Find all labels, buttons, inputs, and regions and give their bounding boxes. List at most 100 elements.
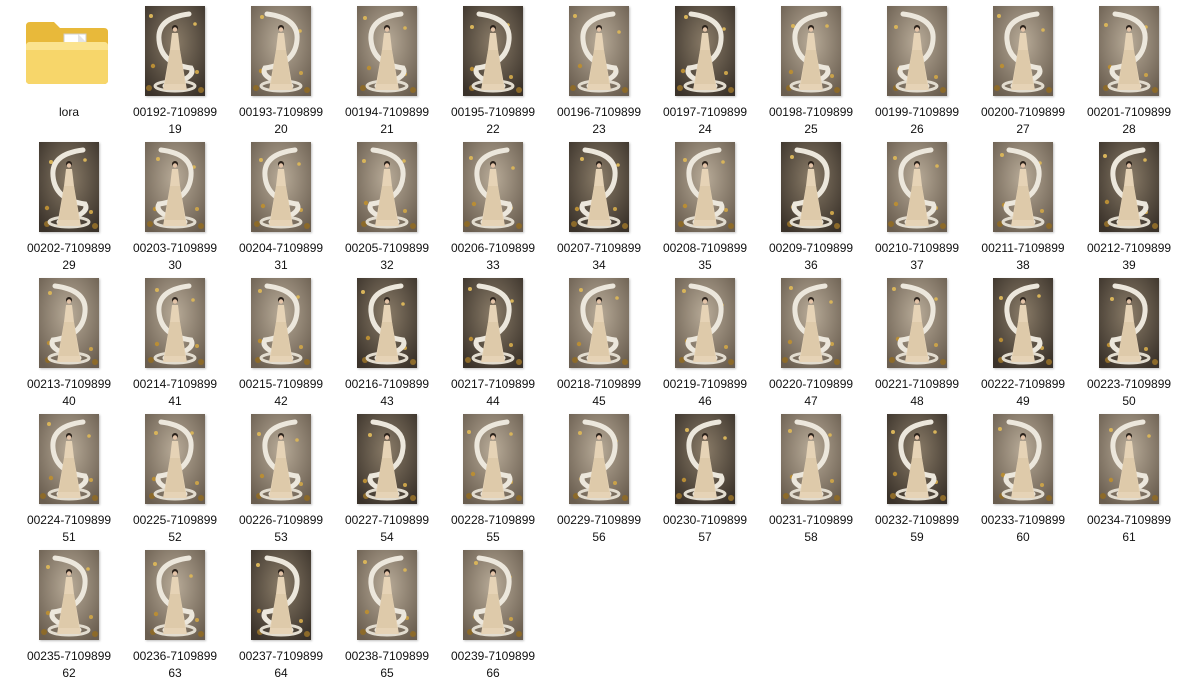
file-name-line1: 00221-7109899 bbox=[874, 377, 960, 391]
file-item[interactable]: 00195-7109899 22 bbox=[442, 4, 544, 136]
image-thumbnail-icon bbox=[569, 142, 629, 232]
image-thumbnail-icon bbox=[251, 414, 311, 504]
file-item[interactable]: 00200-7109899 27 bbox=[972, 4, 1074, 136]
file-name: 00235-7109899 62 bbox=[14, 648, 124, 682]
file-name-line1: 00217-7109899 bbox=[450, 377, 536, 391]
file-item[interactable]: 00207-7109899 34 bbox=[548, 140, 650, 272]
file-name: 00209-7109899 36 bbox=[756, 240, 866, 274]
file-name-line1: 00228-7109899 bbox=[450, 513, 536, 527]
file-name-line2: 32 bbox=[380, 258, 394, 272]
file-item[interactable]: 00208-7109899 35 bbox=[654, 140, 756, 272]
file-item[interactable]: 00217-7109899 44 bbox=[442, 276, 544, 408]
file-item[interactable]: 00205-7109899 32 bbox=[336, 140, 438, 272]
file-item[interactable]: 00239-7109899 66 bbox=[442, 548, 544, 680]
file-name-line1: 00224-7109899 bbox=[26, 513, 112, 527]
file-item[interactable]: 00220-7109899 47 bbox=[760, 276, 862, 408]
image-thumbnail-icon bbox=[675, 142, 735, 232]
thumbnail-wrapper bbox=[760, 140, 862, 240]
file-item[interactable]: 00226-7109899 53 bbox=[230, 412, 332, 544]
image-thumbnail-icon bbox=[463, 550, 523, 640]
file-item[interactable]: 00193-7109899 20 bbox=[230, 4, 332, 136]
file-item[interactable]: 00206-7109899 33 bbox=[442, 140, 544, 272]
thumbnail-wrapper bbox=[760, 412, 862, 512]
file-name: 00223-7109899 50 bbox=[1074, 376, 1182, 410]
file-item[interactable]: 00237-7109899 64 bbox=[230, 548, 332, 680]
file-item[interactable]: 00212-7109899 39 bbox=[1078, 140, 1180, 272]
file-item[interactable]: 00235-7109899 62 bbox=[18, 548, 120, 680]
file-item[interactable]: 00202-7109899 29 bbox=[18, 140, 120, 272]
file-item[interactable]: 00210-7109899 37 bbox=[866, 140, 968, 272]
file-item[interactable]: 00231-7109899 58 bbox=[760, 412, 862, 544]
file-name: 00225-7109899 52 bbox=[120, 512, 230, 546]
thumbnail-wrapper bbox=[336, 140, 438, 240]
file-name-line1: 00232-7109899 bbox=[874, 513, 960, 527]
image-thumbnail-icon bbox=[251, 142, 311, 232]
file-name: 00200-7109899 27 bbox=[968, 104, 1078, 138]
thumbnail-wrapper bbox=[442, 412, 544, 512]
image-thumbnail-icon bbox=[781, 278, 841, 368]
file-name-line1: 00194-7109899 bbox=[344, 105, 430, 119]
file-item[interactable]: 00194-7109899 21 bbox=[336, 4, 438, 136]
file-item[interactable]: 00238-7109899 65 bbox=[336, 548, 438, 680]
file-item[interactable]: 00211-7109899 38 bbox=[972, 140, 1074, 272]
thumbnail-wrapper bbox=[972, 4, 1074, 104]
file-item[interactable]: 00213-7109899 40 bbox=[18, 276, 120, 408]
file-name: 00222-7109899 49 bbox=[968, 376, 1078, 410]
file-item[interactable]: 00221-7109899 48 bbox=[866, 276, 968, 408]
file-item[interactable]: 00197-7109899 24 bbox=[654, 4, 756, 136]
image-thumbnail-icon bbox=[675, 6, 735, 96]
file-name-line2: 38 bbox=[1016, 258, 1030, 272]
file-item[interactable]: 00216-7109899 43 bbox=[336, 276, 438, 408]
file-item[interactable]: 00232-7109899 59 bbox=[866, 412, 968, 544]
file-item[interactable]: 00198-7109899 25 bbox=[760, 4, 862, 136]
file-name: 00220-7109899 47 bbox=[756, 376, 866, 410]
file-name: 00217-7109899 44 bbox=[438, 376, 548, 410]
file-item[interactable]: 00215-7109899 42 bbox=[230, 276, 332, 408]
file-name-line1: 00205-7109899 bbox=[344, 241, 430, 255]
file-item[interactable]: 00196-7109899 23 bbox=[548, 4, 650, 136]
file-name-line2: 21 bbox=[380, 122, 394, 136]
file-name: 00234-7109899 61 bbox=[1074, 512, 1182, 546]
file-item[interactable]: 00222-7109899 49 bbox=[972, 276, 1074, 408]
file-item[interactable]: 00204-7109899 31 bbox=[230, 140, 332, 272]
file-name: 00233-7109899 60 bbox=[968, 512, 1078, 546]
file-item[interactable]: 00227-7109899 54 bbox=[336, 412, 438, 544]
file-name-line2: 47 bbox=[804, 394, 818, 408]
thumbnail-wrapper bbox=[18, 140, 120, 240]
file-item[interactable]: 00234-7109899 61 bbox=[1078, 412, 1180, 544]
file-item[interactable]: 00233-7109899 60 bbox=[972, 412, 1074, 544]
file-item[interactable]: 00199-7109899 26 bbox=[866, 4, 968, 136]
file-name-line1: 00231-7109899 bbox=[768, 513, 854, 527]
file-item[interactable]: 00225-7109899 52 bbox=[124, 412, 226, 544]
file-name: 00193-7109899 20 bbox=[226, 104, 336, 138]
thumbnail-wrapper bbox=[18, 276, 120, 376]
file-item[interactable]: 00224-7109899 51 bbox=[18, 412, 120, 544]
file-name-line1: 00197-7109899 bbox=[662, 105, 748, 119]
image-thumbnail-icon bbox=[569, 6, 629, 96]
file-name: 00230-7109899 57 bbox=[650, 512, 760, 546]
thumbnail-wrapper bbox=[1078, 276, 1180, 376]
file-item[interactable]: 00192-7109899 19 bbox=[124, 4, 226, 136]
file-item[interactable]: 00203-7109899 30 bbox=[124, 140, 226, 272]
image-thumbnail-icon bbox=[781, 414, 841, 504]
file-name: 00212-7109899 39 bbox=[1074, 240, 1182, 274]
file-item[interactable]: 00214-7109899 41 bbox=[124, 276, 226, 408]
file-item[interactable]: 00229-7109899 56 bbox=[548, 412, 650, 544]
image-thumbnail-icon bbox=[357, 6, 417, 96]
file-item[interactable]: 00236-7109899 63 bbox=[124, 548, 226, 680]
file-name: 00214-7109899 41 bbox=[120, 376, 230, 410]
file-item[interactable]: 00209-7109899 36 bbox=[760, 140, 862, 272]
file-item[interactable]: 00218-7109899 45 bbox=[548, 276, 650, 408]
file-item[interactable]: 00223-7109899 50 bbox=[1078, 276, 1180, 408]
file-name-line2: 61 bbox=[1122, 530, 1136, 544]
file-name: 00237-7109899 64 bbox=[226, 648, 336, 682]
file-item[interactable]: 00228-7109899 55 bbox=[442, 412, 544, 544]
file-name: 00231-7109899 58 bbox=[756, 512, 866, 546]
file-name-line1: 00218-7109899 bbox=[556, 377, 642, 391]
folder-item-lora[interactable]: lora bbox=[18, 4, 120, 136]
file-name-line2: 57 bbox=[698, 530, 712, 544]
file-name-line1: 00230-7109899 bbox=[662, 513, 748, 527]
file-item[interactable]: 00230-7109899 57 bbox=[654, 412, 756, 544]
file-item[interactable]: 00201-7109899 28 bbox=[1078, 4, 1180, 136]
file-item[interactable]: 00219-7109899 46 bbox=[654, 276, 756, 408]
